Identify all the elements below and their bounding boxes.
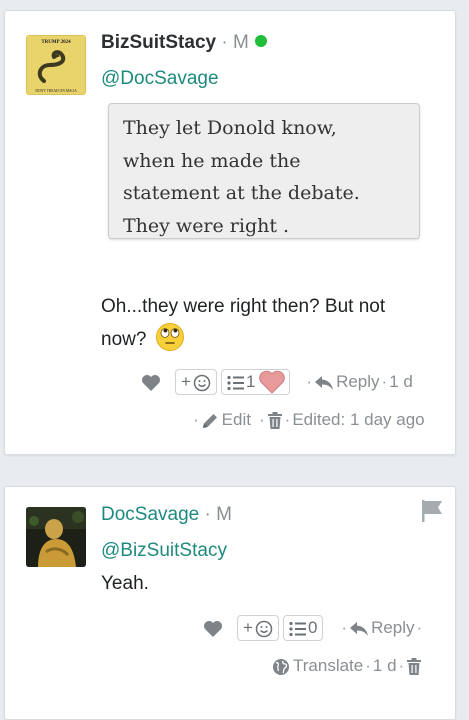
list-icon bbox=[289, 618, 307, 638]
dot-separator: · bbox=[193, 410, 199, 429]
add-reaction-button[interactable]: + bbox=[237, 615, 279, 641]
dot-separator: · bbox=[416, 618, 423, 637]
plus-icon: + bbox=[181, 372, 191, 391]
avatar[interactable] bbox=[26, 507, 86, 567]
post-card: TRUMP 2024 DON'T TREAD ON MAGA BizSuitSt… bbox=[4, 10, 456, 455]
translate-bar: Translate · 1 d · bbox=[272, 656, 422, 676]
add-reaction-button[interactable]: + bbox=[175, 369, 217, 395]
avatar-top-text: TRUMP 2024 bbox=[41, 40, 71, 45]
reply-button[interactable]: Reply bbox=[314, 372, 380, 392]
timestamp[interactable]: 1 d bbox=[389, 372, 413, 392]
reply-icon bbox=[314, 372, 334, 392]
mention-link[interactable]: @BizSuitStacy bbox=[101, 540, 227, 562]
heart-icon[interactable] bbox=[203, 618, 223, 638]
heart-icon[interactable] bbox=[141, 372, 161, 392]
reply-label: Reply bbox=[371, 618, 415, 637]
trash-icon[interactable] bbox=[267, 410, 283, 430]
translate-label: Translate bbox=[293, 656, 364, 675]
post-header: BizSuitStacy · M bbox=[101, 32, 267, 54]
quote-line: They were right . bbox=[123, 214, 290, 237]
role-badge: M bbox=[232, 32, 249, 53]
dot-separator: · bbox=[365, 656, 371, 675]
quote-line: when he made the bbox=[123, 149, 301, 172]
quote-block: They let Donold know, when he made the s… bbox=[108, 103, 420, 239]
reaction-bar: + 1 · Reply · 1 d bbox=[141, 369, 413, 395]
trash-icon[interactable] bbox=[406, 656, 422, 676]
edit-button[interactable]: Edit bbox=[201, 410, 251, 430]
post-body: Oh...they were right then? But not now? bbox=[101, 291, 385, 355]
edit-label: Edit bbox=[221, 410, 251, 429]
reactions-list-button[interactable]: 1 bbox=[220, 369, 291, 395]
avatar-bottom-text: DON'T TREAD ON MAGA bbox=[35, 89, 77, 93]
smiley-icon bbox=[193, 372, 211, 392]
avatar[interactable]: TRUMP 2024 DON'T TREAD ON MAGA bbox=[26, 35, 86, 95]
dot-separator: · bbox=[199, 504, 217, 525]
reaction-count: 0 bbox=[307, 618, 318, 637]
timestamp[interactable]: 1 d bbox=[373, 656, 397, 676]
online-indicator bbox=[254, 35, 267, 47]
post-body: Yeah. bbox=[101, 573, 149, 594]
list-icon bbox=[227, 372, 245, 392]
heart-reaction-icon bbox=[258, 370, 286, 394]
translate-button[interactable]: Translate bbox=[272, 656, 363, 676]
body-line-text: now? bbox=[101, 329, 147, 350]
plus-icon: + bbox=[243, 618, 253, 637]
body-line: Oh...they were right then? But not bbox=[101, 296, 386, 317]
quote-line: They let Donold know, bbox=[123, 117, 337, 139]
reply-button[interactable]: Reply bbox=[349, 618, 415, 638]
dot-separator: · bbox=[258, 410, 265, 429]
body-line: now? bbox=[101, 322, 385, 355]
flag-icon[interactable] bbox=[421, 499, 443, 528]
dot-separator: · bbox=[341, 618, 348, 637]
edited-timestamp: Edited: 1 day ago bbox=[292, 410, 425, 429]
smiley-icon bbox=[255, 618, 273, 638]
mention-link[interactable]: @DocSavage bbox=[101, 68, 219, 90]
dot-separator: · bbox=[284, 410, 291, 429]
username[interactable]: DocSavage bbox=[101, 504, 199, 525]
reply-label: Reply bbox=[336, 372, 380, 391]
pencil-icon bbox=[201, 410, 219, 430]
role-badge: M bbox=[216, 504, 232, 525]
reactions-list-button[interactable]: 0 bbox=[282, 615, 324, 641]
reaction-bar: + 0 · Reply · bbox=[203, 615, 424, 641]
dot-separator: · bbox=[216, 32, 233, 53]
reaction-count: 1 bbox=[245, 372, 256, 391]
dot-separator: · bbox=[306, 372, 313, 391]
dot-separator: · bbox=[398, 656, 405, 675]
post-header: DocSavage · M bbox=[101, 504, 232, 526]
eye-roll-emoji bbox=[152, 323, 185, 351]
quote-line: statement at the debate. bbox=[123, 182, 360, 204]
edit-bar: · Edit · · Edited: 1 day ago bbox=[191, 410, 425, 430]
dot-separator: · bbox=[381, 372, 388, 391]
reply-icon bbox=[349, 618, 369, 638]
post-card: DocSavage · M @BizSuitStacy Yeah. + 0 · … bbox=[4, 486, 456, 720]
username[interactable]: BizSuitStacy bbox=[101, 32, 216, 53]
globe-icon bbox=[272, 656, 290, 676]
